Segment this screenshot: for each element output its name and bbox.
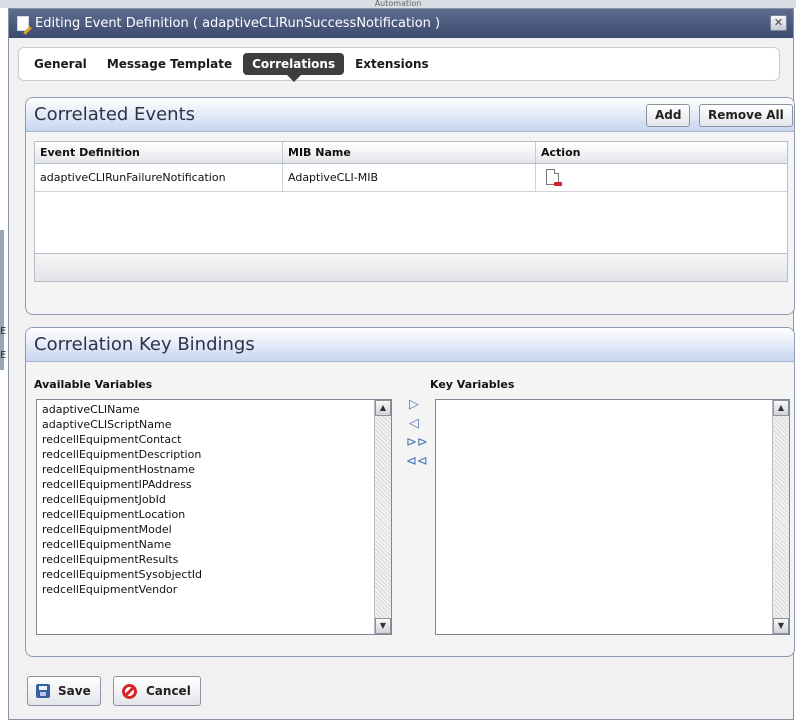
available-variables-list[interactable]: adaptiveCLIName adaptiveCLIScriptName redc… bbox=[36, 399, 392, 635]
tab-bar: General Message Template Correlations Ex… bbox=[18, 47, 780, 82]
available-variables-scrollbar[interactable]: ▲ ▼ bbox=[374, 400, 391, 634]
arrow-left-icon: ◁ bbox=[409, 416, 419, 431]
edit-event-definition-dialog: Editing Event Definition ( adaptiveCLIRu… bbox=[8, 8, 795, 720]
cancel-icon bbox=[122, 683, 137, 699]
available-variables-label: Available Variables bbox=[34, 378, 153, 391]
list-item[interactable]: redcellEquipmentModel bbox=[37, 522, 373, 537]
list-item[interactable]: redcellEquipmentIPAddress bbox=[37, 477, 373, 492]
double-arrow-right-icon: ⊳⊳ bbox=[406, 435, 428, 450]
cancel-button[interactable]: Cancel bbox=[113, 676, 201, 706]
key-variables-list[interactable]: ▲ ▼ bbox=[435, 399, 790, 635]
edit-document-icon bbox=[17, 16, 29, 31]
list-item[interactable]: redcellEquipmentResults bbox=[37, 552, 373, 567]
move-all-right-button[interactable]: ⊳⊳ bbox=[406, 435, 428, 450]
key-bindings-header: Correlation Key Bindings bbox=[26, 328, 794, 362]
dialog-titlebar[interactable]: Editing Event Definition ( adaptiveCLIRu… bbox=[9, 9, 793, 38]
scroll-up-button[interactable]: ▲ bbox=[773, 400, 789, 416]
move-left-button[interactable]: ◁ bbox=[406, 416, 422, 431]
key-bindings-title: Correlation Key Bindings bbox=[34, 334, 255, 355]
correlated-events-panel: Correlated Events Add Remove All Event D… bbox=[25, 97, 795, 315]
remove-all-button[interactable]: Remove All bbox=[699, 104, 793, 127]
list-item[interactable]: redcellEquipmentSysobjectId bbox=[37, 567, 373, 582]
correlated-events-table: Event Definition MIB Name Action adaptiv… bbox=[34, 141, 788, 282]
list-item[interactable]: redcellEquipmentDescription bbox=[37, 447, 373, 462]
cell-mib-name: AdaptiveCLI-MIB bbox=[283, 164, 536, 191]
list-item[interactable]: redcellEquipmentName bbox=[37, 537, 373, 552]
table-header: Event Definition MIB Name Action bbox=[35, 142, 787, 164]
move-all-left-button[interactable]: ⊲⊲ bbox=[406, 454, 428, 469]
background-window-text: EE bbox=[0, 326, 7, 361]
list-item[interactable]: redcellEquipmentHostname bbox=[37, 462, 373, 477]
table-row[interactable]: adaptiveCLIRunFailureNotification Adapti… bbox=[35, 164, 787, 192]
table-footer bbox=[35, 253, 787, 281]
dialog-title: Editing Event Definition ( adaptiveCLIRu… bbox=[35, 16, 441, 31]
cell-event-definition: adaptiveCLIRunFailureNotification bbox=[35, 164, 283, 191]
close-icon: ✕ bbox=[773, 16, 784, 29]
correlated-events-title: Correlated Events bbox=[34, 104, 195, 125]
key-variables-scrollbar[interactable]: ▲ ▼ bbox=[772, 400, 789, 634]
move-right-button[interactable]: ▷ bbox=[406, 397, 422, 412]
list-item[interactable]: redcellEquipmentVendor bbox=[37, 582, 373, 597]
scroll-down-button[interactable]: ▼ bbox=[773, 618, 789, 634]
tab-correlations[interactable]: Correlations bbox=[243, 53, 345, 82]
save-button[interactable]: Save bbox=[27, 676, 101, 706]
correlation-key-bindings-panel: Correlation Key Bindings Available Varia… bbox=[25, 327, 795, 657]
list-item[interactable]: adaptiveCLIScriptName bbox=[37, 417, 373, 432]
double-arrow-left-icon: ⊲⊲ bbox=[406, 454, 428, 469]
add-button[interactable]: Add bbox=[646, 104, 691, 127]
save-icon bbox=[36, 684, 50, 698]
column-header-action[interactable]: Action bbox=[536, 142, 787, 163]
delete-document-icon[interactable] bbox=[546, 169, 562, 186]
save-label: Save bbox=[58, 684, 91, 698]
column-header-event-definition[interactable]: Event Definition bbox=[35, 142, 283, 163]
tab-extensions[interactable]: Extensions bbox=[346, 53, 438, 75]
cancel-label: Cancel bbox=[146, 684, 191, 698]
list-item[interactable]: redcellEquipmentLocation bbox=[37, 507, 373, 522]
scroll-up-button[interactable]: ▲ bbox=[375, 400, 391, 416]
correlated-events-header: Correlated Events Add Remove All bbox=[26, 98, 794, 132]
key-variables-label: Key Variables bbox=[430, 378, 515, 391]
column-header-mib-name[interactable]: MIB Name bbox=[283, 142, 536, 163]
tab-message-template[interactable]: Message Template bbox=[98, 53, 241, 75]
list-item[interactable]: redcellEquipmentContact bbox=[37, 432, 373, 447]
list-item[interactable]: adaptiveCLIName bbox=[37, 402, 373, 417]
cell-action bbox=[536, 164, 787, 191]
close-button[interactable]: ✕ bbox=[770, 15, 787, 31]
background-window-title: Automation bbox=[0, 0, 796, 8]
list-item[interactable]: redcellEquipmentJobId bbox=[37, 492, 373, 507]
arrow-right-icon: ▷ bbox=[409, 397, 419, 412]
tab-general[interactable]: General bbox=[25, 53, 96, 75]
scroll-down-button[interactable]: ▼ bbox=[375, 618, 391, 634]
